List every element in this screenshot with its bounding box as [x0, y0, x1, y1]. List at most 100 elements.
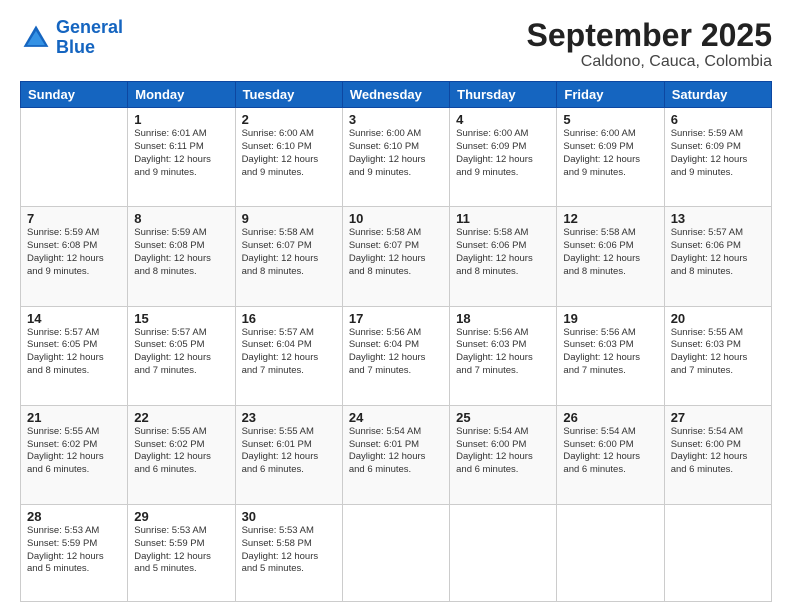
- day-number: 25: [456, 410, 550, 425]
- day-number: 14: [27, 311, 121, 326]
- day-info: Sunrise: 5:54 AMSunset: 6:01 PMDaylight:…: [349, 426, 443, 477]
- day-number: 20: [671, 311, 765, 326]
- day-info: Sunrise: 6:00 AMSunset: 6:09 PMDaylight:…: [563, 128, 657, 179]
- col-monday: Monday: [128, 82, 235, 108]
- col-saturday: Saturday: [664, 82, 771, 108]
- day-info: Sunrise: 5:59 AMSunset: 6:08 PMDaylight:…: [134, 227, 228, 278]
- day-number: 11: [456, 211, 550, 226]
- header: General Blue September 2025 Caldono, Cau…: [20, 18, 772, 71]
- cell-w4-d1: 21Sunrise: 5:55 AMSunset: 6:02 PMDayligh…: [21, 405, 128, 504]
- day-info: Sunrise: 5:53 AMSunset: 5:59 PMDaylight:…: [27, 525, 121, 576]
- cell-w1-d2: 1Sunrise: 6:01 AMSunset: 6:11 PMDaylight…: [128, 108, 235, 207]
- day-info: Sunrise: 6:00 AMSunset: 6:10 PMDaylight:…: [242, 128, 336, 179]
- week-row-5: 28Sunrise: 5:53 AMSunset: 5:59 PMDayligh…: [21, 505, 772, 602]
- day-info: Sunrise: 6:00 AMSunset: 6:09 PMDaylight:…: [456, 128, 550, 179]
- page: General Blue September 2025 Caldono, Cau…: [0, 0, 792, 612]
- col-sunday: Sunday: [21, 82, 128, 108]
- day-number: 6: [671, 112, 765, 127]
- day-number: 8: [134, 211, 228, 226]
- calendar-header-row: Sunday Monday Tuesday Wednesday Thursday…: [21, 82, 772, 108]
- day-number: 9: [242, 211, 336, 226]
- cell-w4-d5: 25Sunrise: 5:54 AMSunset: 6:00 PMDayligh…: [450, 405, 557, 504]
- day-number: 18: [456, 311, 550, 326]
- day-number: 15: [134, 311, 228, 326]
- cell-w5-d5: [450, 505, 557, 602]
- cell-w2-d6: 12Sunrise: 5:58 AMSunset: 6:06 PMDayligh…: [557, 207, 664, 306]
- month-title: September 2025: [527, 18, 772, 53]
- cell-w1-d1: [21, 108, 128, 207]
- cell-w3-d1: 14Sunrise: 5:57 AMSunset: 6:05 PMDayligh…: [21, 306, 128, 405]
- week-row-1: 1Sunrise: 6:01 AMSunset: 6:11 PMDaylight…: [21, 108, 772, 207]
- cell-w3-d4: 17Sunrise: 5:56 AMSunset: 6:04 PMDayligh…: [342, 306, 449, 405]
- day-info: Sunrise: 5:58 AMSunset: 6:06 PMDaylight:…: [563, 227, 657, 278]
- day-number: 30: [242, 509, 336, 524]
- day-info: Sunrise: 5:57 AMSunset: 6:04 PMDaylight:…: [242, 327, 336, 378]
- day-info: Sunrise: 5:54 AMSunset: 6:00 PMDaylight:…: [671, 426, 765, 477]
- day-number: 3: [349, 112, 443, 127]
- cell-w5-d1: 28Sunrise: 5:53 AMSunset: 5:59 PMDayligh…: [21, 505, 128, 602]
- cell-w3-d7: 20Sunrise: 5:55 AMSunset: 6:03 PMDayligh…: [664, 306, 771, 405]
- title-block: September 2025 Caldono, Cauca, Colombia: [527, 18, 772, 71]
- week-row-2: 7Sunrise: 5:59 AMSunset: 6:08 PMDaylight…: [21, 207, 772, 306]
- calendar-table: Sunday Monday Tuesday Wednesday Thursday…: [20, 81, 772, 602]
- day-number: 17: [349, 311, 443, 326]
- day-number: 21: [27, 410, 121, 425]
- day-info: Sunrise: 5:56 AMSunset: 6:03 PMDaylight:…: [456, 327, 550, 378]
- logo-icon: [20, 22, 52, 54]
- cell-w4-d4: 24Sunrise: 5:54 AMSunset: 6:01 PMDayligh…: [342, 405, 449, 504]
- day-info: Sunrise: 5:57 AMSunset: 6:05 PMDaylight:…: [134, 327, 228, 378]
- cell-w4-d6: 26Sunrise: 5:54 AMSunset: 6:00 PMDayligh…: [557, 405, 664, 504]
- cell-w2-d3: 9Sunrise: 5:58 AMSunset: 6:07 PMDaylight…: [235, 207, 342, 306]
- logo-general: General: [56, 17, 123, 37]
- day-info: Sunrise: 5:55 AMSunset: 6:02 PMDaylight:…: [134, 426, 228, 477]
- day-info: Sunrise: 5:58 AMSunset: 6:07 PMDaylight:…: [349, 227, 443, 278]
- day-number: 23: [242, 410, 336, 425]
- week-row-4: 21Sunrise: 5:55 AMSunset: 6:02 PMDayligh…: [21, 405, 772, 504]
- cell-w4-d2: 22Sunrise: 5:55 AMSunset: 6:02 PMDayligh…: [128, 405, 235, 504]
- cell-w2-d5: 11Sunrise: 5:58 AMSunset: 6:06 PMDayligh…: [450, 207, 557, 306]
- day-number: 19: [563, 311, 657, 326]
- cell-w5-d7: [664, 505, 771, 602]
- day-number: 12: [563, 211, 657, 226]
- day-info: Sunrise: 5:57 AMSunset: 6:06 PMDaylight:…: [671, 227, 765, 278]
- day-info: Sunrise: 5:53 AMSunset: 5:59 PMDaylight:…: [134, 525, 228, 576]
- day-info: Sunrise: 5:55 AMSunset: 6:01 PMDaylight:…: [242, 426, 336, 477]
- day-info: Sunrise: 5:55 AMSunset: 6:03 PMDaylight:…: [671, 327, 765, 378]
- col-friday: Friday: [557, 82, 664, 108]
- day-number: 29: [134, 509, 228, 524]
- day-number: 4: [456, 112, 550, 127]
- day-number: 13: [671, 211, 765, 226]
- day-info: Sunrise: 5:58 AMSunset: 6:06 PMDaylight:…: [456, 227, 550, 278]
- cell-w3-d2: 15Sunrise: 5:57 AMSunset: 6:05 PMDayligh…: [128, 306, 235, 405]
- day-info: Sunrise: 5:57 AMSunset: 6:05 PMDaylight:…: [27, 327, 121, 378]
- day-number: 24: [349, 410, 443, 425]
- day-number: 7: [27, 211, 121, 226]
- day-info: Sunrise: 5:59 AMSunset: 6:09 PMDaylight:…: [671, 128, 765, 179]
- day-number: 22: [134, 410, 228, 425]
- day-number: 1: [134, 112, 228, 127]
- day-info: Sunrise: 5:55 AMSunset: 6:02 PMDaylight:…: [27, 426, 121, 477]
- day-info: Sunrise: 5:59 AMSunset: 6:08 PMDaylight:…: [27, 227, 121, 278]
- cell-w2-d1: 7Sunrise: 5:59 AMSunset: 6:08 PMDaylight…: [21, 207, 128, 306]
- day-info: Sunrise: 5:56 AMSunset: 6:03 PMDaylight:…: [563, 327, 657, 378]
- day-info: Sunrise: 5:53 AMSunset: 5:58 PMDaylight:…: [242, 525, 336, 576]
- cell-w5-d2: 29Sunrise: 5:53 AMSunset: 5:59 PMDayligh…: [128, 505, 235, 602]
- day-info: Sunrise: 6:01 AMSunset: 6:11 PMDaylight:…: [134, 128, 228, 179]
- day-number: 5: [563, 112, 657, 127]
- day-info: Sunrise: 5:56 AMSunset: 6:04 PMDaylight:…: [349, 327, 443, 378]
- day-info: Sunrise: 5:54 AMSunset: 6:00 PMDaylight:…: [456, 426, 550, 477]
- day-number: 2: [242, 112, 336, 127]
- logo-text: General Blue: [56, 18, 123, 58]
- cell-w5-d4: [342, 505, 449, 602]
- col-wednesday: Wednesday: [342, 82, 449, 108]
- col-tuesday: Tuesday: [235, 82, 342, 108]
- cell-w2-d2: 8Sunrise: 5:59 AMSunset: 6:08 PMDaylight…: [128, 207, 235, 306]
- cell-w3-d3: 16Sunrise: 5:57 AMSunset: 6:04 PMDayligh…: [235, 306, 342, 405]
- cell-w5-d6: [557, 505, 664, 602]
- day-number: 26: [563, 410, 657, 425]
- cell-w5-d3: 30Sunrise: 5:53 AMSunset: 5:58 PMDayligh…: [235, 505, 342, 602]
- cell-w3-d6: 19Sunrise: 5:56 AMSunset: 6:03 PMDayligh…: [557, 306, 664, 405]
- cell-w1-d3: 2Sunrise: 6:00 AMSunset: 6:10 PMDaylight…: [235, 108, 342, 207]
- cell-w1-d4: 3Sunrise: 6:00 AMSunset: 6:10 PMDaylight…: [342, 108, 449, 207]
- cell-w4-d7: 27Sunrise: 5:54 AMSunset: 6:00 PMDayligh…: [664, 405, 771, 504]
